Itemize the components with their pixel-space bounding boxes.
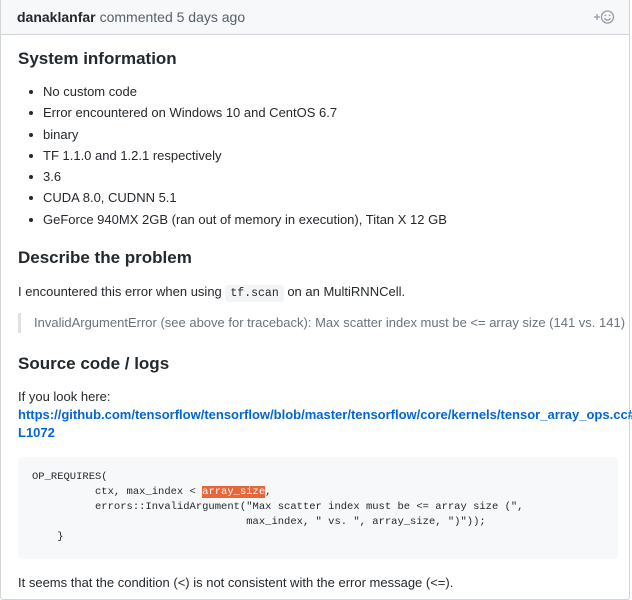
list-item: CUDA 8.0, CUDNN 5.1 — [18, 187, 447, 208]
code-highlight: array_size — [202, 486, 266, 498]
source-link[interactable]: https://github.com/tensorflow/tensorflow… — [18, 407, 632, 440]
source-link-line1: https://github.com/tensorflow/tensorflow… — [18, 407, 632, 422]
heading-source-code-logs: Source code / logs — [18, 354, 170, 373]
issue-comment: danaklanfar commented 5 days ago System … — [0, 0, 632, 600]
code-line: max_index, " vs. ", array_size, ")")); — [32, 516, 486, 528]
system-info-list: No custom code Error encountered on Wind… — [18, 81, 447, 230]
list-item: Error encountered on Windows 10 and Cent… — [18, 102, 447, 123]
inline-code-tf-scan: tf.scan — [225, 285, 284, 302]
list-item: binary — [18, 124, 447, 145]
list-item: 3.6 — [18, 166, 447, 187]
error-quote: InvalidArgumentError (see above for trac… — [18, 313, 625, 333]
list-item: TF 1.1.0 and 1.2.1 respectively — [18, 145, 447, 166]
source-link-wrapper: https://github.com/tensorflow/tensorflow… — [18, 406, 632, 442]
code-line-pre: ctx, max_index < — [32, 486, 203, 498]
source-intro: If you look here: — [18, 389, 111, 404]
problem-text-before: I encountered this error when using — [18, 284, 226, 299]
heading-describe-problem: Describe the problem — [18, 248, 192, 267]
list-item: GeForce 940MX 2GB (ran out of memory in … — [18, 209, 447, 230]
code-block: OP_REQUIRES( ctx, max_index < array_size… — [18, 457, 618, 559]
list-item: No custom code — [18, 81, 447, 102]
code-line: errors::InvalidArgument("Max scatter ind… — [32, 501, 524, 513]
comment-author[interactable]: danaklanfar — [17, 9, 96, 25]
comment-header: danaklanfar commented 5 days ago — [1, 0, 629, 35]
code-line: OP_REQUIRES( — [32, 471, 108, 483]
problem-text: I encountered this error when using tf.s… — [18, 283, 405, 303]
code-line-post: , — [265, 486, 272, 498]
add-reaction-icon — [594, 10, 615, 24]
conclusion-text: It seems that the condition (<) is not c… — [18, 575, 454, 590]
add-reaction-button[interactable] — [591, 8, 617, 26]
comment-meta[interactable]: commented 5 days ago — [100, 9, 246, 25]
problem-text-after: on an MultiRNNCell. — [283, 284, 406, 299]
heading-system-information: System information — [18, 49, 177, 68]
code-line: } — [32, 531, 64, 543]
source-link-line2: L1072 — [18, 425, 55, 440]
